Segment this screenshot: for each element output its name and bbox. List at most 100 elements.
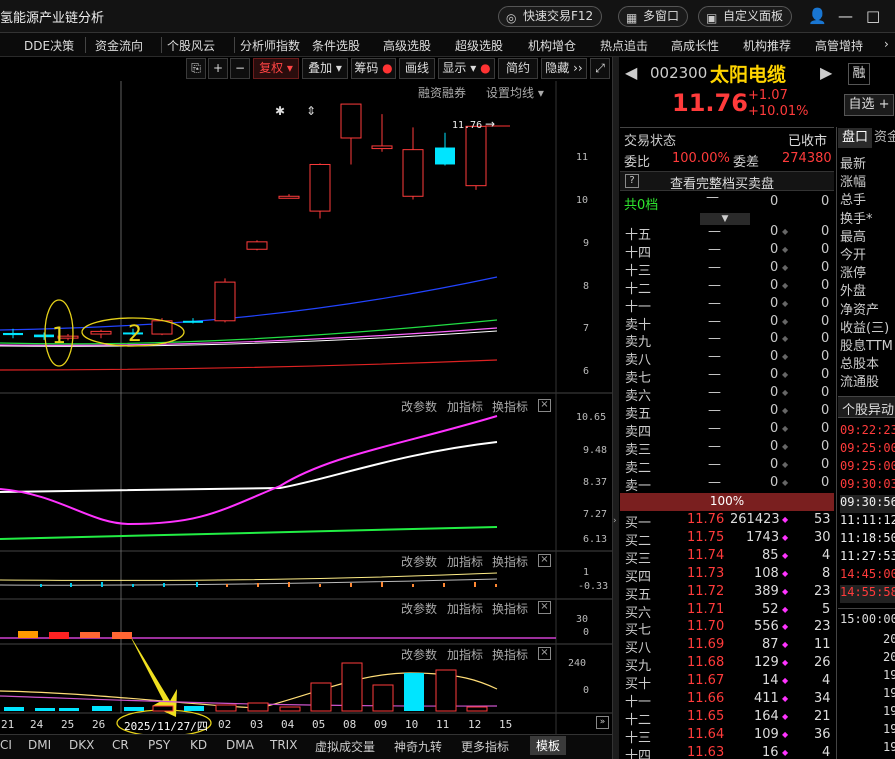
sell-level-row[interactable]: 卖九 —0 ◆ 0 [620,331,834,350]
tab-psy[interactable]: PSY [148,738,170,752]
tab-cr[interactable]: CR [112,738,129,752]
add-indicator-button[interactable]: 加指标 [447,398,483,415]
prev-stock-icon[interactable]: ◀ [625,63,637,82]
collapse-arrow-icon[interactable]: › [613,516,617,526]
menu-hotspot[interactable]: 热点追击 [600,37,648,54]
menu-dde[interactable]: DDE决策 [24,37,74,54]
modify-params-button[interactable]: 改参数 [401,398,437,415]
tab-kd[interactable]: KD [190,738,207,752]
restore-rights-button[interactable]: 复权 ▾ [253,58,299,79]
anomaly-time[interactable]: 14:45:00 [840,567,895,585]
anomaly-time[interactable]: 11:27:53 [840,549,895,567]
hide-button[interactable]: 隐藏 ›› [541,58,587,79]
tab-template[interactable]: 模板 [530,736,567,755]
buy-level-row[interactable]: 买六 11.71 52 ◆ 5 [620,602,834,621]
close-icon[interactable]: × [538,399,551,412]
tab-dmi[interactable]: DMI [28,738,51,752]
sell-level-row[interactable]: 十二 —0 ◆ 0 [620,278,834,297]
modify-params-button[interactable]: 改参数 [401,553,437,570]
unlock-icon[interactable]: ⎘ [186,58,206,79]
quick-trade-button[interactable]: ◎ 快速交易F12 [498,6,603,27]
sell-level-row[interactable]: 卖七 —0 ◆ 0 [620,367,834,386]
minimize-icon[interactable]: — [838,7,853,25]
anomaly-time[interactable]: 09:30:56 [840,495,895,513]
anomaly-time[interactable]: 11:18:50 [840,531,895,549]
add-favorite-button[interactable]: 自选 + [844,94,894,116]
buy-level-row[interactable]: 买四 11.73 108 ◆ 8 [620,566,834,585]
set-ma-button[interactable]: 设置均线 ▾ [486,84,544,101]
user-icon[interactable]: 👤 [808,7,827,25]
panel-splitter[interactable] [612,57,619,759]
tab-more-indicators[interactable]: 更多指标 [461,738,509,755]
overlay-button[interactable]: 叠加 ▾ [302,58,348,79]
menu-institution-recommend[interactable]: 机构推荐 [743,37,791,54]
anomaly-time[interactable]: 14:55:58 [840,585,895,603]
tab-dkx[interactable]: DKX [69,738,94,752]
modify-params-button[interactable]: 改参数 [401,600,437,617]
menu-super-select[interactable]: 超级选股 [455,37,503,54]
scroll-right-icon[interactable]: » [596,716,609,729]
menu-stock-wind[interactable]: 个股风云 [167,37,215,54]
sell-level-row[interactable]: 卖八 —0 ◆ 0 [620,349,834,368]
menu-institution-add[interactable]: 机构增仓 [528,37,576,54]
buy-level-row[interactable]: 买二 11.75 1743 ◆ 30 [620,530,834,549]
menu-analyst-index[interactable]: 分析师指数 [240,37,300,54]
add-indicator-button[interactable]: 加指标 [447,646,483,663]
sell-level-row[interactable]: 卖三 —0 ◆ 0 [620,439,834,458]
sell-level-row[interactable]: 卖六 —0 ◆ 0 [620,385,834,404]
buy-level-row[interactable]: 十四 11.63 16 ◆ 4 [620,745,834,759]
buy-level-row[interactable]: 十一 11.66 411 ◆ 34 [620,691,834,710]
buy-level-row[interactable]: 买八 11.69 87 ◆ 11 [620,637,834,656]
buy-level-row[interactable]: 买九 11.68 129 ◆ 26 [620,655,834,674]
anomaly-time[interactable]: 09:25:00 [840,441,895,459]
modify-params-button[interactable]: 改参数 [401,646,437,663]
full-book-link[interactable]: 查看完整档买卖盘 [670,173,774,192]
chips-button[interactable]: 筹码 ● [351,58,396,79]
multi-window-button[interactable]: ▦ 多窗口 [618,6,689,27]
maximize-icon[interactable]: □ [866,7,880,25]
anomaly-time[interactable]: 09:25:00 [840,459,895,477]
sell-level-row[interactable]: 十四 —0 ◆ 0 [620,242,834,261]
buy-level-row[interactable]: 买十 11.67 14 ◆ 4 [620,673,834,692]
simple-button[interactable]: 简约 [498,58,538,79]
buy-level-row[interactable]: 十三 11.64 109 ◆ 36 [620,727,834,746]
buy-level-row[interactable]: 买三 11.74 85 ◆ 4 [620,548,834,567]
tab-virtual-volume[interactable]: 虚拟成交量 [315,738,375,755]
buy-level-row[interactable]: 十二 11.65 164 ◆ 21 [620,709,834,728]
display-button[interactable]: 显示 ▾ ● [438,58,495,79]
zoom-out-icon[interactable]: − [230,58,250,79]
buy-level-row[interactable]: 买一 11.76 261423 ◆ 53 [620,512,834,531]
menu-condition-select[interactable]: 条件选股 [312,37,360,54]
margin-badge[interactable]: 融 [848,63,870,85]
tab-pankou[interactable]: 盘口 [838,128,872,148]
sell-level-row[interactable]: 卖四 —0 ◆ 0 [620,421,834,440]
sell-level-row[interactable]: 卖一 —0 ◆ 0 [620,475,834,494]
switch-indicator-button[interactable]: 换指标 [492,398,528,415]
menu-executive-increase[interactable]: 高管增持 [815,37,863,54]
margin-trading-link[interactable]: 融资融券 [418,84,466,101]
custom-panel-button[interactable]: ▣ 自定义面板 [698,6,793,27]
add-indicator-button[interactable]: 加指标 [447,600,483,617]
zoom-in-icon[interactable]: + [208,58,228,79]
anomaly-time[interactable]: 09:22:23 [840,423,895,441]
help-icon[interactable]: ? [625,174,639,188]
menu-advanced-select[interactable]: 高级选股 [383,37,431,54]
switch-indicator-button[interactable]: 换指标 [492,553,528,570]
tab-magic-nine[interactable]: 神奇九转 [394,738,442,755]
draw-line-button[interactable]: 画线 [399,58,435,79]
tab-ci[interactable]: CI [0,738,12,752]
close-icon[interactable]: × [538,554,551,567]
sell-level-row[interactable]: 十三 —0 ◆ 0 [620,260,834,279]
tab-trix[interactable]: TRIX [270,738,297,752]
switch-indicator-button[interactable]: 换指标 [492,600,528,617]
add-indicator-button[interactable]: 加指标 [447,553,483,570]
sell-level-row[interactable]: 卖五 —0 ◆ 0 [620,403,834,422]
close-icon[interactable]: × [538,601,551,614]
tab-fund[interactable]: 资金 [874,128,895,148]
menu-fund-flow[interactable]: 资金流向 [95,37,143,54]
close-icon[interactable]: × [538,647,551,660]
tab-dma[interactable]: DMA [226,738,254,752]
buy-level-row[interactable]: 买五 11.72 389 ◆ 23 [620,584,834,603]
menu-more-icon[interactable]: › [884,37,889,51]
sell-level-row[interactable]: 十五 —0 ◆ 0 [620,224,834,243]
